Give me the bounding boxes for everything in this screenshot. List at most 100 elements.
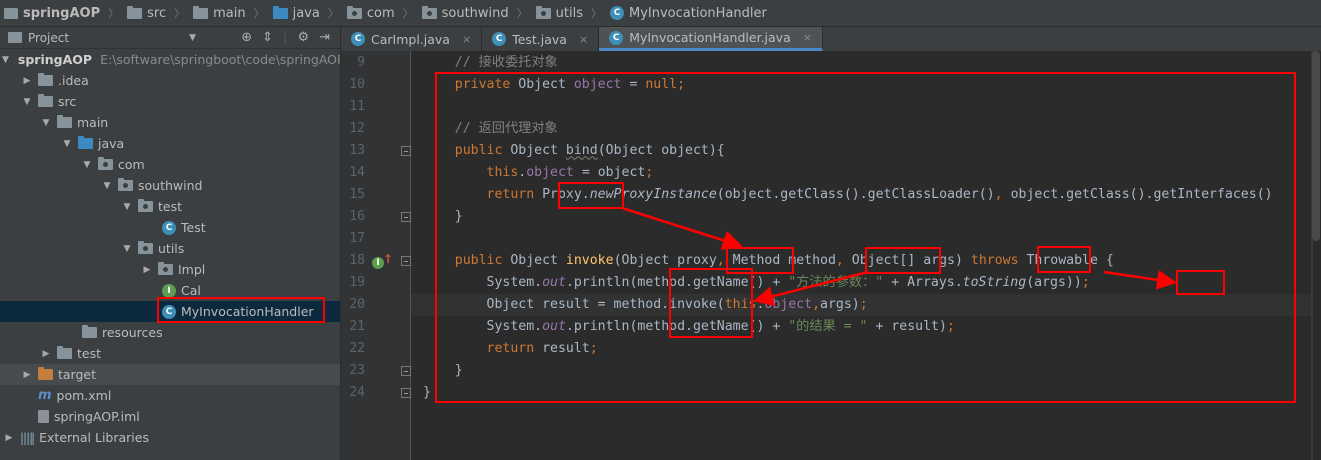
annotation-box-myinvocationhandler bbox=[157, 297, 325, 323]
tab-myinvocationhandler[interactable]: C MyInvocationHandler.java × bbox=[599, 27, 823, 51]
interface-icon: I bbox=[162, 283, 176, 298]
breadcrumb-separator: 〉 bbox=[253, 7, 265, 20]
close-icon[interactable]: × bbox=[579, 33, 588, 46]
tree-item-test-package[interactable]: ▼ test bbox=[0, 196, 340, 217]
chevron-right-icon[interactable]: ▶ bbox=[20, 370, 34, 380]
vertical-scrollbar[interactable] bbox=[1311, 51, 1321, 460]
source-folder-icon bbox=[78, 136, 93, 149]
breadcrumb-item[interactable]: springAOP bbox=[4, 6, 100, 21]
fold-marker-icon[interactable] bbox=[401, 256, 411, 266]
tree-item-iml[interactable]: springAOP.iml bbox=[0, 406, 340, 427]
tab-test[interactable]: C Test.java × bbox=[482, 27, 600, 51]
gear-icon[interactable]: ⚙ bbox=[297, 30, 309, 45]
close-icon[interactable]: × bbox=[803, 31, 812, 44]
tree-item-main[interactable]: ▼ main bbox=[0, 112, 340, 133]
annotation-box-args-param bbox=[1037, 246, 1091, 273]
chevron-right-icon[interactable]: ▶ bbox=[39, 349, 53, 359]
breadcrumb-item[interactable]: java bbox=[272, 5, 320, 21]
chevron-down-icon[interactable]: ▼ bbox=[39, 118, 53, 128]
line-number: 17 bbox=[349, 231, 365, 246]
code-line: } bbox=[423, 385, 431, 400]
breadcrumb-separator: 〉 bbox=[108, 7, 120, 20]
hide-panel-icon[interactable]: ⇥ bbox=[319, 30, 330, 45]
line-number: 13 bbox=[349, 143, 365, 158]
tree-item-test-class[interactable]: C Test bbox=[0, 217, 340, 238]
folder-icon bbox=[38, 94, 53, 107]
resources-folder-icon bbox=[82, 325, 97, 338]
project-panel: Project ▼ ⊕ ⇕ | ⚙ ⇥ ▼ springAOP E:\softwar… bbox=[0, 27, 341, 460]
project-panel-header: Project ▼ ⊕ ⇕ | ⚙ ⇥ bbox=[0, 27, 340, 49]
fold-marker-icon[interactable] bbox=[401, 388, 411, 398]
chevron-right-icon[interactable]: ▶ bbox=[20, 76, 34, 86]
fold-marker-icon[interactable] bbox=[401, 146, 411, 156]
tab-carimpl[interactable]: C CarImpl.java × bbox=[341, 27, 483, 51]
tree-item-idea[interactable]: ▶ .idea bbox=[0, 70, 340, 91]
breadcrumb-separator: 〉 bbox=[591, 7, 602, 20]
class-icon: C bbox=[351, 32, 365, 46]
chevron-down-icon[interactable]: ▼ bbox=[20, 97, 34, 107]
editor-gutter[interactable]: 9 10 11 12 13 14 15 16 17 18 19 20 21 22… bbox=[341, 51, 411, 460]
line-number: 19 bbox=[349, 275, 365, 290]
tree-item-utils[interactable]: ▼ utils bbox=[0, 238, 340, 259]
project-view-icon bbox=[8, 32, 22, 43]
project-view-selector[interactable]: Project bbox=[28, 31, 69, 45]
tree-item-project-root[interactable]: ▼ springAOP E:\software\springboot\code\sp… bbox=[0, 49, 340, 70]
tree-item-test-folder[interactable]: ▶ test bbox=[0, 343, 340, 364]
project-folder-icon bbox=[4, 7, 18, 19]
tree-item-resources[interactable]: resources bbox=[0, 322, 340, 343]
tree-item-java[interactable]: ▼ java bbox=[0, 133, 340, 154]
fold-marker-icon[interactable] bbox=[401, 212, 411, 222]
tree-item-com[interactable]: ▼ com bbox=[0, 154, 340, 175]
tree-item-src[interactable]: ▼ src bbox=[0, 91, 340, 112]
breadcrumb-separator: 〉 bbox=[516, 7, 528, 20]
folder-icon bbox=[57, 346, 72, 359]
package-icon bbox=[138, 241, 153, 254]
locate-icon[interactable]: ⊕ bbox=[241, 30, 252, 45]
breadcrumb-item[interactable]: C MyInvocationHandler bbox=[610, 6, 767, 21]
annotation-box-args-usage bbox=[1176, 270, 1225, 295]
fold-marker-icon[interactable] bbox=[401, 366, 411, 376]
line-number: 18 bbox=[349, 253, 365, 268]
chevron-down-icon[interactable]: ▼ bbox=[120, 202, 134, 212]
annotation-box-code-block bbox=[435, 72, 1296, 403]
chevron-down-icon[interactable]: ▼ bbox=[80, 160, 94, 170]
tree-item-external-libraries[interactable]: ▶ |||‖ External Libraries bbox=[0, 427, 340, 448]
breadcrumb-item[interactable]: southwind bbox=[421, 5, 509, 21]
chevron-down-icon[interactable]: ▼ bbox=[120, 244, 134, 254]
maven-icon: m bbox=[38, 388, 52, 403]
close-icon[interactable]: × bbox=[462, 33, 471, 46]
package-icon bbox=[158, 262, 173, 275]
chevron-down-icon[interactable]: ▼ bbox=[2, 55, 9, 65]
folder-icon bbox=[57, 115, 72, 128]
line-number: 24 bbox=[349, 385, 365, 400]
scrollbar-thumb[interactable] bbox=[1312, 51, 1320, 241]
collapse-all-icon[interactable]: ⇕ bbox=[262, 30, 273, 45]
package-icon bbox=[535, 5, 551, 19]
line-number: 22 bbox=[349, 341, 365, 356]
chevron-down-icon[interactable]: ▼ bbox=[60, 139, 74, 149]
annotation-box-method-param bbox=[865, 247, 941, 274]
arrow-up-icon[interactable]: ↑ bbox=[383, 252, 393, 266]
chevron-down-icon[interactable]: ▼ bbox=[100, 181, 114, 191]
breadcrumb-item[interactable]: src bbox=[127, 5, 166, 21]
class-icon: C bbox=[609, 30, 624, 45]
package-icon bbox=[98, 157, 113, 170]
breadcrumb-item[interactable]: utils bbox=[535, 5, 583, 21]
class-icon: C bbox=[492, 32, 507, 46]
chevron-down-icon[interactable]: ▼ bbox=[189, 33, 196, 43]
folder-icon bbox=[127, 5, 143, 19]
breadcrumb-item[interactable]: com bbox=[346, 5, 395, 21]
package-icon bbox=[421, 5, 437, 19]
tree-item-southwind[interactable]: ▼ southwind bbox=[0, 175, 340, 196]
tree-item-pom[interactable]: m pom.xml bbox=[0, 385, 340, 406]
tree-item-impl[interactable]: ▶ Impl bbox=[0, 259, 340, 280]
tree-item-target[interactable]: ▶ target bbox=[0, 364, 340, 385]
package-icon bbox=[346, 5, 362, 19]
line-number: 20 bbox=[349, 297, 365, 312]
libraries-icon: |||‖ bbox=[20, 430, 35, 445]
breadcrumb-item[interactable]: main bbox=[193, 5, 246, 21]
chevron-right-icon[interactable]: ▶ bbox=[140, 265, 154, 275]
line-number: 23 bbox=[349, 363, 365, 378]
line-number: 15 bbox=[349, 187, 365, 202]
chevron-right-icon[interactable]: ▶ bbox=[2, 433, 16, 443]
